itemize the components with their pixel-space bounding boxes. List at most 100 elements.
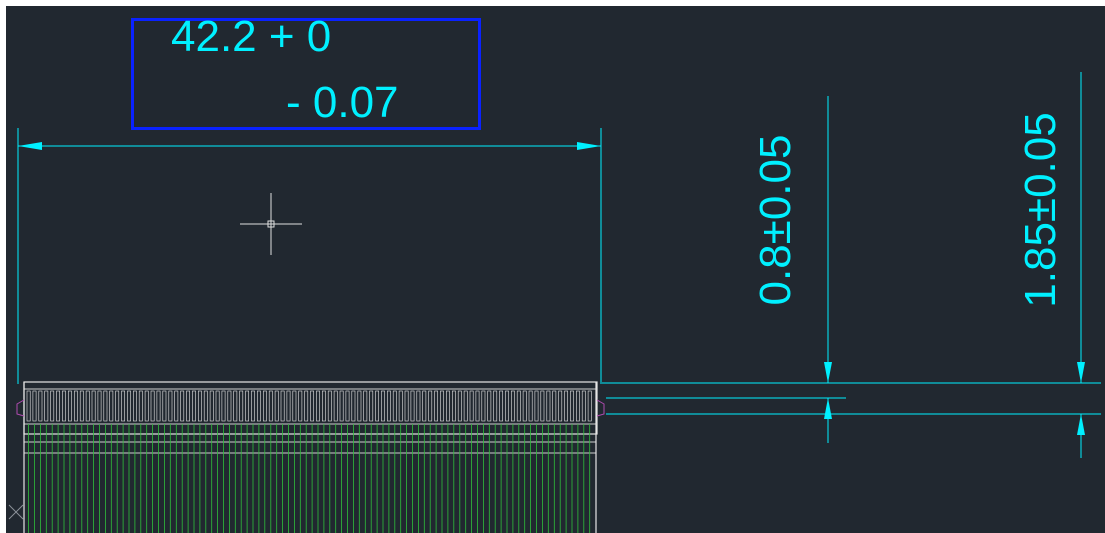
contact-pin [552,390,557,422]
contact-pin [304,390,309,422]
contact-pin [286,390,291,422]
contact-pin [168,390,173,422]
contact-pin [457,390,462,422]
contact-pin [298,390,303,422]
connector-drawing[interactable] [16,381,605,533]
contact-pin [493,390,498,422]
contact-pin [381,390,385,422]
contact-pin [475,390,480,422]
contact-pin [103,390,108,422]
contact-pin [292,390,297,422]
contact-pin [262,390,267,422]
contact-pin [327,390,332,422]
width-dimension[interactable] [17,128,602,384]
contact-pin [392,390,397,422]
contact-pin [469,390,474,422]
contact-pin [115,390,120,422]
contact-pin [587,390,592,422]
contact-pin [174,390,179,422]
contact-pin [50,390,55,422]
contact-pin [404,390,409,422]
contact-pin [67,390,72,422]
contact-pin [363,390,368,422]
contact-pin [487,390,492,422]
contact-pin [156,390,161,422]
contact-pin [127,390,131,422]
arrowhead-right [577,142,601,150]
contact-pin [144,390,149,422]
contact-pin [56,390,61,422]
contact-pin [310,390,315,422]
contact-pin [558,390,563,422]
contact-pin [534,390,539,422]
contact-pin [233,390,238,422]
width-dimension-text[interactable]: 42.2 + 0 [171,15,331,59]
contact-pin [422,390,427,422]
contact-pin [74,390,78,422]
contact-pin [522,390,527,422]
contact-pin [215,390,220,422]
width-lower-tolerance-text[interactable]: - 0.07 [286,81,399,125]
contact-pin [150,390,155,422]
contact-pin [440,390,444,422]
contact-pin [434,390,439,422]
contact-pin [198,390,202,422]
contact-pin [510,390,515,422]
contact-pin [386,390,391,422]
contact-pin [32,390,37,422]
contact-pin [186,390,191,422]
contact-pin [516,390,521,422]
contact-pin [581,390,586,422]
contact-pin [268,390,273,422]
contact-pin [564,390,569,422]
thickness-dimension-text[interactable]: 0.8±0.05 [751,110,800,330]
contact-pin [481,390,486,422]
contact-pin [357,390,362,422]
crosshair-cursor [240,193,302,255]
contact-pins-top [26,390,592,422]
height-dimension[interactable] [1077,72,1085,458]
contact-pin [245,390,250,422]
contact-pin [428,390,433,422]
contact-pin [227,390,232,422]
contact-pin [133,390,137,422]
contact-pin [62,390,66,422]
arrowhead-height-bottom [1077,414,1085,435]
contact-pin [398,390,403,422]
contact-pin [44,390,49,422]
contact-pin [369,390,374,422]
contact-pin [339,390,344,422]
contact-pin [97,390,102,422]
contact-pin [540,390,545,422]
contact-pins-bottom [28,424,591,533]
ucs-x-icon [8,504,24,520]
contact-pin [180,390,185,422]
contact-pin [416,390,421,422]
contact-pin [463,390,468,422]
height-dimension-text[interactable]: 1.85±0.05 [1016,75,1065,345]
thickness-dimension[interactable] [824,96,832,443]
contact-pin [162,390,167,422]
contact-pin [274,390,279,422]
contact-pin [85,390,90,422]
contact-pin [570,390,574,422]
contact-pin [109,390,114,422]
cad-drawing-viewport[interactable]: 42.2 + 0 - 0.07 0.8±0.05 1.85±0.05 [6,6,1105,533]
contact-pin [445,390,450,422]
contact-pin [375,390,380,422]
arrowhead-thickness-top [824,362,832,383]
contact-pin [345,390,350,422]
contact-pin [410,390,415,422]
contact-pin [26,390,31,422]
latch-right [596,399,605,417]
contact-pin [221,390,226,422]
contact-pin [121,390,126,422]
contact-pin [546,390,551,422]
contact-pin [280,390,285,422]
arrowhead-left [18,142,42,150]
arrowhead-height-top [1077,362,1085,383]
contact-pin [203,390,208,422]
contact-pin [239,390,244,422]
contact-pin [138,390,143,422]
contact-pin [321,390,326,422]
